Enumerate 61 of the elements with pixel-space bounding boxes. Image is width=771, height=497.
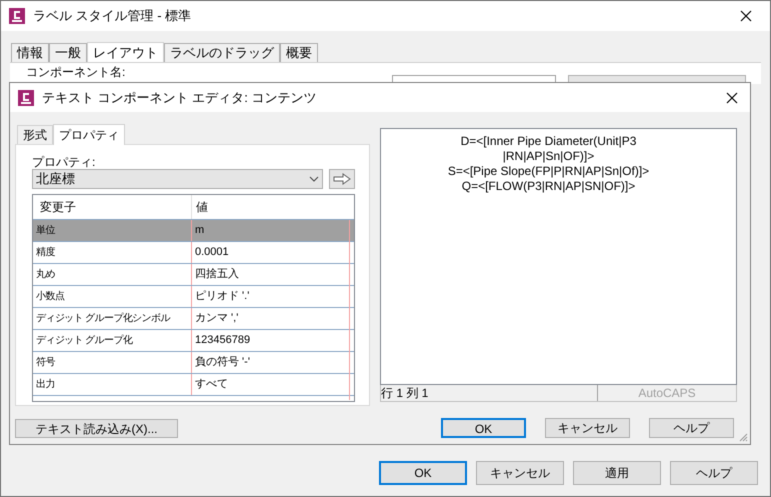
grid-row[interactable]: 小数点 ピリオド '.'	[33, 286, 354, 308]
table-cell: 小数点	[33, 286, 192, 307]
import-button[interactable]: テキスト読み込み(X)...	[15, 419, 178, 438]
dialog-button[interactable]: ヘルプ	[670, 461, 758, 485]
dialog-button[interactable]: キャンセル	[545, 418, 630, 438]
dialog-button[interactable]: ヘルプ	[649, 418, 734, 438]
table-cell-text: すべて	[194, 377, 229, 392]
close-icon[interactable]	[740, 10, 752, 22]
table-cell: ディジット グループ化	[33, 330, 192, 351]
property-dropdown[interactable]: 北座標	[32, 169, 323, 189]
caps-indicator: AutoCAPS	[637, 385, 697, 401]
table-cell: 精度	[33, 242, 192, 263]
table-cell: 符号	[33, 352, 192, 373]
arrow-button[interactable]	[329, 169, 355, 189]
grid-row[interactable]: ディジット グループ化シンボル カンマ ','	[33, 308, 354, 330]
text-line: S=<[Pipe Slope(FP|P|RN|AP|Sn|Of)]>	[448, 164, 650, 179]
column-header[interactable]: 値	[192, 194, 354, 220]
table-cell-text: ピリオド '.'	[194, 289, 250, 304]
grid-row[interactable]: 単位 m	[33, 220, 354, 242]
dialog-button[interactable]: OK	[379, 461, 467, 485]
grid-row[interactable]: 符号 負の符号 '-'	[33, 352, 354, 374]
grid-row[interactable]: 丸め 四捨五入	[33, 264, 354, 286]
table-cell: ディジット グループ化シンボル	[33, 308, 192, 329]
table-cell-text: 0.0001	[194, 245, 230, 260]
grid-row[interactable]: 精度 0.0001	[33, 242, 354, 264]
text-line: D=<[Inner Pipe Diameter(Unit|P3	[460, 134, 636, 149]
tab[interactable]: プロパティ	[53, 124, 125, 145]
component-label: コンポーネント名:	[26, 65, 126, 79]
tab[interactable]: 一般	[49, 43, 87, 62]
table-cell: 丸め	[33, 264, 192, 285]
tab[interactable]: 形式	[17, 125, 53, 144]
text-line: Q=<[FLOW(P3|RN|AP|SN|OF)]>	[462, 179, 636, 194]
table-cell: 出力	[33, 374, 192, 395]
app-icon	[18, 90, 34, 106]
dialog-button[interactable]: 適用	[573, 461, 661, 485]
cursor-position: 行 1 列 1	[381, 385, 598, 401]
tab[interactable]: 概要	[280, 43, 318, 62]
tab[interactable]: レイアウト	[87, 42, 164, 63]
resize-grip-icon	[738, 432, 748, 442]
table-cell-text: カンマ ','	[194, 311, 240, 326]
tab[interactable]: ラベルのドラッグ	[164, 43, 280, 62]
table-cell-text: 123456789	[194, 333, 252, 348]
dialog-button[interactable]: キャンセル	[476, 461, 564, 485]
text-editor[interactable]: D=<[Inner Pipe Diameter(Unit|P3 |RN|AP|Sn|OF)]> S=<[Pipe Slope(FP|P|RN|AP|Sn|Of)]> Q=<[FLOW(P3|RN|AP|SN|OF)]>	[380, 128, 737, 385]
grid-row[interactable]: 出力 すべて	[33, 374, 354, 396]
app-icon	[9, 8, 25, 24]
tab[interactable]: 情報	[11, 43, 49, 62]
table-cell: 単位	[33, 220, 192, 241]
window-title: ラベル スタイル管理 - 標準	[33, 7, 192, 26]
column-header[interactable]: 変更子	[33, 195, 192, 219]
dialog-title: テキスト コンポーネント エディタ: コンテンツ	[42, 88, 316, 107]
dialog-button[interactable]: OK	[441, 418, 526, 438]
table-cell-text: 負の符号 '-'	[194, 355, 251, 370]
table-cell-text: m	[194, 223, 206, 238]
table-cell-text: 四捨五入	[194, 267, 240, 282]
grid-row[interactable]: ディジット グループ化 123456789	[33, 330, 354, 352]
chevron-down-icon	[309, 176, 319, 182]
property-label: プロパティ:	[32, 154, 96, 169]
arrow-right-icon	[333, 173, 351, 185]
text-line: |RN|AP|Sn|OF)]>	[502, 149, 594, 164]
close-icon[interactable]	[726, 92, 738, 104]
